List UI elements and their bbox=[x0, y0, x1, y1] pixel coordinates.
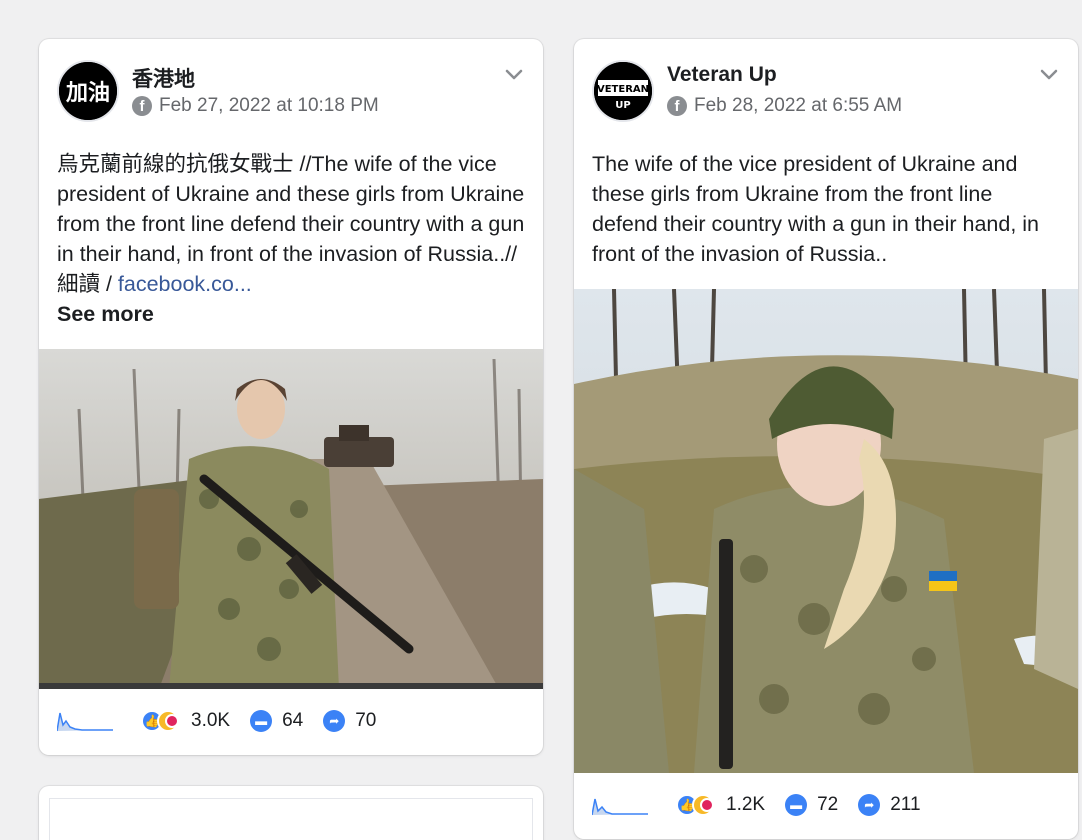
post-footer: 👍 3.0K ▬ 64 ➦ 70 bbox=[57, 706, 525, 736]
sparkline-icon bbox=[592, 798, 648, 816]
comments[interactable]: ▬ 72 bbox=[785, 794, 838, 816]
post-header: VETERAN UP Veteran Up f Feb 28, 2022 at … bbox=[592, 59, 1060, 123]
share-count: 211 bbox=[890, 794, 921, 815]
avatar-text: 加油 bbox=[65, 81, 110, 106]
share-count: 70 bbox=[355, 710, 377, 731]
reactions[interactable]: 👍 1.2K bbox=[676, 794, 765, 816]
reaction-icons: 👍 bbox=[676, 794, 718, 816]
comment-count: 72 bbox=[817, 794, 839, 815]
see-more-link[interactable]: See more bbox=[57, 299, 525, 329]
facebook-icon: f bbox=[667, 96, 687, 116]
sparkline-icon bbox=[57, 712, 113, 732]
post-header: 加油 香港地 f Feb 27, 2022 at 10:18 PM bbox=[57, 59, 525, 123]
post-photo[interactable] bbox=[39, 349, 543, 689]
shares[interactable]: ➦ 211 bbox=[858, 794, 921, 816]
facebook-icon: f bbox=[132, 96, 152, 116]
avatar-text-bottom: UP bbox=[615, 100, 630, 111]
post-meta: f Feb 27, 2022 at 10:18 PM bbox=[132, 95, 379, 117]
reaction-count: 3.0K bbox=[191, 710, 231, 731]
comments[interactable]: ▬ 64 bbox=[250, 710, 303, 732]
post-link[interactable]: facebook.co... bbox=[118, 272, 252, 296]
post-footer: 👍 1.2K ▬ 72 ➦ 211 bbox=[592, 790, 1060, 820]
shares[interactable]: ➦ 70 bbox=[323, 710, 376, 732]
love-icon bbox=[165, 714, 179, 728]
post-photo-image bbox=[39, 349, 543, 689]
share-icon: ➦ bbox=[323, 710, 346, 732]
reactions[interactable]: 👍 3.0K bbox=[141, 710, 230, 732]
comment-icon: ▬ bbox=[250, 710, 273, 732]
comment-count: 64 bbox=[282, 710, 304, 731]
post-preview-strip bbox=[49, 798, 533, 840]
post-card: 加油 香港地 f Feb 27, 2022 at 10:18 PM 烏克蘭前線的… bbox=[39, 39, 543, 755]
comment-icon: ▬ bbox=[785, 794, 808, 816]
reaction-icons: 👍 bbox=[141, 710, 183, 732]
post-author[interactable]: Veteran Up bbox=[667, 63, 777, 87]
avatar[interactable]: VETERAN UP bbox=[592, 60, 654, 122]
post-photo-image bbox=[574, 289, 1078, 773]
post-body: The wife of the vice president of Ukrain… bbox=[592, 152, 1040, 266]
avatar-text-top: VETERAN bbox=[597, 84, 649, 95]
post-photo[interactable] bbox=[574, 289, 1078, 773]
post-text: 烏克蘭前線的抗俄女戰士 //The wife of the vice presi… bbox=[57, 149, 525, 329]
avatar-image: 加油 bbox=[59, 62, 117, 120]
avatar[interactable]: 加油 bbox=[57, 60, 119, 122]
post-text: The wife of the vice president of Ukrain… bbox=[592, 149, 1060, 269]
chevron-down-icon[interactable] bbox=[503, 63, 525, 85]
post-card: VETERAN UP Veteran Up f Feb 28, 2022 at … bbox=[574, 39, 1078, 839]
love-icon bbox=[700, 798, 714, 812]
post-author[interactable]: 香港地 bbox=[132, 63, 195, 93]
post-card-partial bbox=[39, 786, 543, 840]
chevron-down-icon[interactable] bbox=[1038, 63, 1060, 85]
post-meta: f Feb 28, 2022 at 6:55 AM bbox=[667, 95, 902, 117]
avatar-image: VETERAN UP bbox=[594, 62, 652, 120]
post-timestamp[interactable]: Feb 28, 2022 at 6:55 AM bbox=[694, 95, 902, 117]
share-icon: ➦ bbox=[858, 794, 881, 816]
reaction-count: 1.2K bbox=[726, 794, 766, 815]
post-timestamp[interactable]: Feb 27, 2022 at 10:18 PM bbox=[159, 95, 379, 117]
